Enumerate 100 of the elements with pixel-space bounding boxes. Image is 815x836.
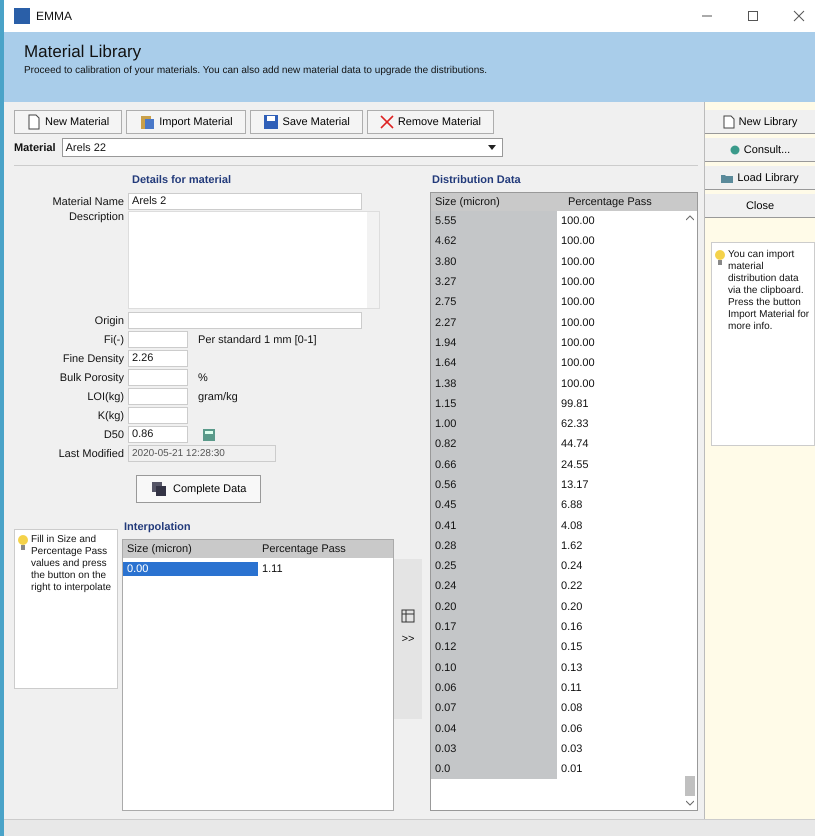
table-cell: 0.28 (431, 536, 557, 556)
library-button[interactable]: Consult... (705, 138, 815, 162)
library-button[interactable]: Load Library (705, 166, 815, 190)
field-label: Bulk Porosity (58, 372, 124, 384)
lightbulb-icon (17, 534, 29, 552)
dropdown-arrow-icon (488, 144, 496, 150)
readonly-field: 2020-05-21 12:28:30 (128, 445, 276, 462)
header-subtitle: Proceed to calibration of your materials. You can also add new material data to upgrade the distributions. (24, 65, 488, 76)
table-cell: 2.75 (431, 292, 557, 312)
table-cell-text: 100.00 (560, 336, 596, 349)
floppy-icon (262, 114, 279, 130)
table-cell: 0.04 (431, 718, 557, 739)
table-cell-text: 4.08 (560, 520, 584, 532)
table-cell-text: 0.08 (560, 702, 584, 714)
document-icon (722, 114, 735, 128)
table-cell: 2.27 (431, 312, 557, 333)
description-field[interactable] (128, 211, 380, 309)
unit-label: gram/kg (198, 390, 238, 402)
table-cell: 0.66 (431, 454, 557, 475)
table-cell-text: 0.22 (560, 580, 584, 592)
table-cell: 1.64 (431, 353, 557, 374)
scroll-up-icon[interactable] (686, 215, 694, 221)
table-cell-text: 13.17 (560, 479, 590, 491)
input-field[interactable] (128, 331, 188, 348)
toolbar-button[interactable]: New Material (14, 110, 122, 134)
clipboard-icon (139, 114, 156, 130)
table-cell-text: 62.33 (560, 418, 590, 430)
input-field[interactable]: 0.86 (128, 426, 188, 443)
table-cell: 0.24 (431, 576, 557, 597)
input-field[interactable]: 2.26 (128, 350, 188, 367)
toolbar-button[interactable]: Remove Material (366, 110, 494, 134)
field-label: K(kg) (96, 410, 124, 422)
table-cell: 3.27 (431, 272, 557, 292)
close-icon[interactable] (793, 10, 805, 22)
table-cell-text: 100.00 (560, 215, 596, 228)
lightbulb-icon (714, 249, 726, 267)
input-field[interactable]: Arels 2 (128, 193, 362, 210)
field-label: Description (68, 211, 124, 223)
header-title: Material Library (24, 42, 142, 62)
table-cell: 1.38 (431, 373, 557, 394)
table-cell: 0.41 (431, 515, 557, 536)
field-label: LOI(kg) (86, 390, 124, 402)
library-button[interactable]: Close (705, 194, 815, 218)
table-cell-text: 6.88 (560, 499, 584, 512)
column-header: Size (micron) (126, 543, 193, 555)
table-cell-text: 0.03 (560, 742, 584, 755)
input-field[interactable] (128, 388, 188, 405)
table-cell: 0.17 (431, 616, 557, 638)
interpolate-button[interactable]: >> (402, 633, 414, 645)
folder-icon (721, 172, 734, 182)
column-header: Size (micron) (434, 196, 501, 208)
table-cell: 0.45 (431, 495, 557, 516)
material-dropdown[interactable]: Arels 22 (62, 138, 503, 157)
unit-label: % (198, 372, 208, 384)
table-cell-text: 0.06 (560, 722, 584, 735)
table-cell-text: 24.55 (560, 458, 590, 471)
table-cell-text: 100.00 (560, 256, 596, 268)
table-cell-text: 100.00 (560, 296, 596, 308)
scrollbar-thumb[interactable] (685, 776, 695, 796)
table-cell: 1.00 (431, 414, 557, 434)
field-label: Fi(-) (102, 334, 124, 346)
input-field[interactable] (128, 407, 188, 424)
input-field[interactable] (128, 369, 188, 386)
toolbar-button[interactable]: Import Material (126, 110, 246, 134)
scroll-down-icon[interactable] (686, 800, 694, 806)
table-cell-text: 0.24 (560, 560, 584, 572)
column-header: Percentage Pass (261, 543, 347, 555)
table-cell: 0.10 (431, 658, 557, 678)
document-icon (27, 114, 41, 130)
table-cell[interactable]: 1.11 (258, 562, 393, 576)
material-label: Material (14, 142, 56, 154)
table-cell: 0.82 (431, 434, 557, 455)
column-header: Percentage Pass (567, 196, 653, 208)
complete-data-button[interactable]: Complete Data (136, 475, 262, 503)
table-cell[interactable]: 0.00 (123, 562, 258, 576)
interpolation-table[interactable]: Size (micron) Percentage Pass 0.00 1.11 (122, 539, 394, 811)
table-cell-text: 44.74 (560, 438, 590, 450)
table-cell-text: 0.01 (560, 763, 584, 776)
table-cell: 0.07 (431, 698, 557, 718)
maximize-icon[interactable] (747, 10, 759, 22)
table-cell-text: 100.00 (560, 357, 596, 370)
input-field[interactable] (128, 312, 362, 329)
library-button[interactable]: New Library (705, 110, 815, 134)
table-cell: 3.80 (431, 252, 557, 272)
table-cell: 0.12 (431, 637, 557, 658)
table-cell-text: 0.15 (560, 641, 584, 654)
toolbar-button[interactable]: Save Material (250, 110, 363, 134)
scrollbar[interactable] (367, 212, 379, 308)
table-cell: 0.56 (431, 474, 557, 496)
table-cell-text: 0.13 (560, 662, 584, 674)
table-cell: 0.06 (431, 678, 557, 698)
field-label: Material Name (51, 196, 124, 208)
tip-text: Fill in Size and Percentage Pass values and press the button on the right to interpolate (31, 534, 112, 595)
table-cell: 0.0 (431, 759, 557, 780)
table-cell-text: 100.00 (560, 316, 596, 329)
table-cell: 0.25 (431, 556, 557, 576)
tip-text: You can import material distribution data via the clipboard. Press the button Import Material for more info. (728, 249, 810, 334)
section-title: Details for material (131, 174, 232, 188)
field-label: Fine Density (62, 352, 124, 364)
calculator-icon[interactable] (202, 428, 216, 442)
